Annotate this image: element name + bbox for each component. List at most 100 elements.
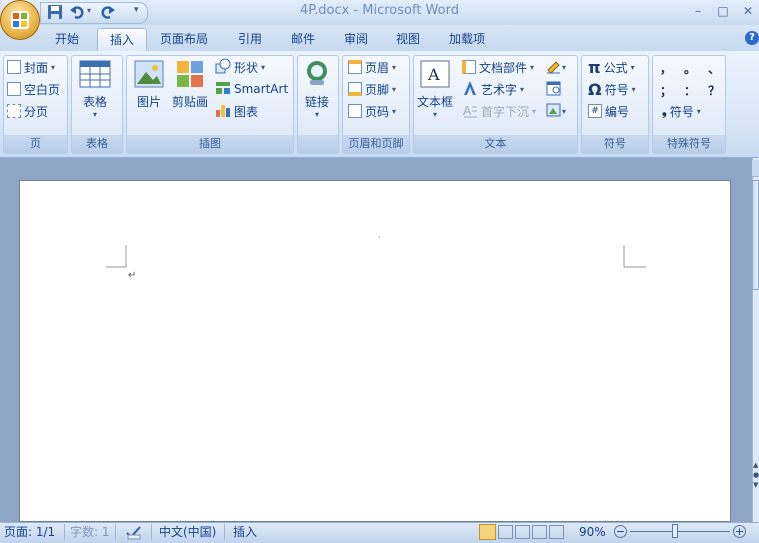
footer-button[interactable]: 页脚 ▾ xyxy=(348,79,396,99)
textbox-button[interactable]: A 文本框 ▾ xyxy=(417,60,453,119)
page-count[interactable]: 页面: 1/1 xyxy=(4,525,55,539)
browse-buttons[interactable]: ▲ ● ▼ xyxy=(753,460,759,490)
table-label: 表格 xyxy=(82,95,107,109)
insert-mode-indicator[interactable]: 插入 xyxy=(233,525,257,539)
picture-icon xyxy=(134,60,164,88)
status-separator xyxy=(224,524,225,540)
minimize-button[interactable]: – xyxy=(685,3,711,19)
paragraph-mark-icon: ↵ xyxy=(128,270,137,281)
date-time-icon[interactable] xyxy=(546,80,562,99)
document-page[interactable]: · ↵ xyxy=(19,180,731,522)
table-button[interactable]: 表格 ▾ xyxy=(79,60,111,119)
word-count[interactable]: 字数: 1 xyxy=(70,525,110,539)
proofing-icon[interactable] xyxy=(125,524,143,543)
link-button[interactable]: 链接 ▾ xyxy=(304,60,330,119)
status-separator xyxy=(64,524,65,540)
symbol-button[interactable]: Ω 符号 ▾ xyxy=(588,79,636,99)
textbox-label: 文本框 xyxy=(417,95,454,109)
page-break-button[interactable]: 分页 xyxy=(7,101,48,121)
chevron-down-icon: ▾ xyxy=(530,62,535,72)
tab-review[interactable]: 审阅 xyxy=(332,28,380,51)
chevron-down-icon: ▾ xyxy=(631,84,636,94)
chevron-down-icon: ▾ xyxy=(261,62,266,72)
language-indicator[interactable]: 中文(中国) xyxy=(159,525,216,539)
zoom-in-icon[interactable]: + xyxy=(733,525,746,538)
tab-mailings[interactable]: 邮件 xyxy=(279,28,327,51)
page-break-label: 分页 xyxy=(24,104,49,119)
header-button[interactable]: 页眉 ▾ xyxy=(348,57,396,77)
status-bar xyxy=(0,522,759,542)
group-links-label xyxy=(298,135,338,153)
question-symbol-button[interactable]: ？ xyxy=(708,82,720,99)
zoom-slider-track[interactable] xyxy=(630,531,730,532)
colon-symbol-button[interactable]: ： xyxy=(684,82,696,99)
symbol-label: 符号 xyxy=(604,82,629,97)
clipart-label: 剪贴画 xyxy=(172,95,209,109)
link-icon xyxy=(307,61,327,85)
equation-button[interactable]: π 公式 ▾ xyxy=(588,57,635,77)
ruler-toggle-icon[interactable] xyxy=(752,160,759,177)
tab-references[interactable]: 引用 xyxy=(226,28,274,51)
comma-symbol-button[interactable]: ， xyxy=(660,60,672,77)
chart-label: 图表 xyxy=(234,104,259,119)
special-symbol-label: 符号 xyxy=(669,104,694,119)
period-symbol-button[interactable]: 。 xyxy=(684,60,696,77)
shapes-label: 形状 xyxy=(234,60,259,75)
cover-page-button[interactable]: 封面 ▾ xyxy=(7,57,55,77)
svg-text:A: A xyxy=(463,104,472,118)
dropcap-icon: A xyxy=(462,102,478,121)
insert-object-icon[interactable]: ▾ xyxy=(546,102,570,121)
quick-parts-label: 文档部件 xyxy=(479,60,528,75)
cover-page-icon xyxy=(7,60,21,74)
tab-page-layout[interactable]: 页面布局 xyxy=(148,28,220,51)
full-screen-reading-view-icon[interactable] xyxy=(498,525,513,539)
semicolon-symbol-button[interactable]: ； xyxy=(660,82,672,99)
help-icon[interactable]: ? xyxy=(745,31,759,45)
picture-button[interactable]: 图片 xyxy=(134,60,164,110)
tab-home[interactable]: 开始 xyxy=(43,28,91,51)
scrollbar-thumb[interactable] xyxy=(752,180,759,290)
shapes-button[interactable]: 形状 ▾ xyxy=(215,57,265,77)
chevron-down-icon: ▾ xyxy=(532,106,537,116)
enum-comma-symbol-button[interactable]: 、 xyxy=(708,60,720,77)
blank-page-button[interactable]: 空白页 xyxy=(7,79,60,99)
page-number-button[interactable]: 页码 ▾ xyxy=(348,101,396,121)
special-symbols-row2: ； ： ？ xyxy=(660,82,720,99)
tab-view[interactable]: 视图 xyxy=(384,28,432,51)
draft-view-icon[interactable] xyxy=(549,525,564,539)
link-label: 链接 xyxy=(304,95,329,109)
text-cursor: · xyxy=(378,233,381,242)
omega-icon: Ω xyxy=(588,79,602,99)
chart-button[interactable]: 图表 xyxy=(215,101,258,121)
quick-parts-button[interactable]: 文档部件 ▾ xyxy=(462,57,534,77)
smartart-button[interactable]: SmartArt xyxy=(215,79,288,99)
dropcap-button[interactable]: A 首字下沉 ▾ xyxy=(462,101,536,121)
numbering-icon: # xyxy=(588,104,602,118)
maximize-button[interactable]: □ xyxy=(710,3,736,19)
zoom-level[interactable]: 90% xyxy=(579,525,606,539)
outline-view-icon[interactable] xyxy=(532,525,547,539)
tab-insert[interactable]: 插入 xyxy=(97,28,148,52)
print-layout-view-icon[interactable] xyxy=(479,524,496,540)
office-button[interactable] xyxy=(0,0,40,40)
signature-line-icon[interactable]: ▾ xyxy=(546,58,570,77)
pi-icon: π xyxy=(588,57,601,77)
svg-text:A: A xyxy=(427,65,440,84)
group-header-footer-label: 页眉和页脚 xyxy=(343,135,409,153)
special-symbol-button[interactable]: ❟ 符号 ▾ xyxy=(662,101,701,121)
clipart-button[interactable]: 剪贴画 xyxy=(172,60,208,110)
chevron-down-icon: ▾ xyxy=(433,110,438,119)
zoom-out-icon[interactable]: − xyxy=(614,525,627,538)
numbering-button[interactable]: # 编号 xyxy=(588,101,629,121)
zoom-slider-thumb[interactable] xyxy=(672,524,678,538)
close-button[interactable]: ✕ xyxy=(735,3,759,19)
svg-text:▾: ▾ xyxy=(562,63,566,72)
footer-label: 页脚 xyxy=(365,82,390,97)
margin-marks xyxy=(106,245,646,268)
wordart-label: 艺术字 xyxy=(481,82,518,97)
web-layout-view-icon[interactable] xyxy=(515,525,530,539)
wordart-button[interactable]: 艺术字 ▾ xyxy=(462,79,524,99)
shapes-icon xyxy=(215,58,231,77)
tab-addins[interactable]: 加载项 xyxy=(437,28,497,51)
chevron-down-icon: ▾ xyxy=(520,84,525,94)
